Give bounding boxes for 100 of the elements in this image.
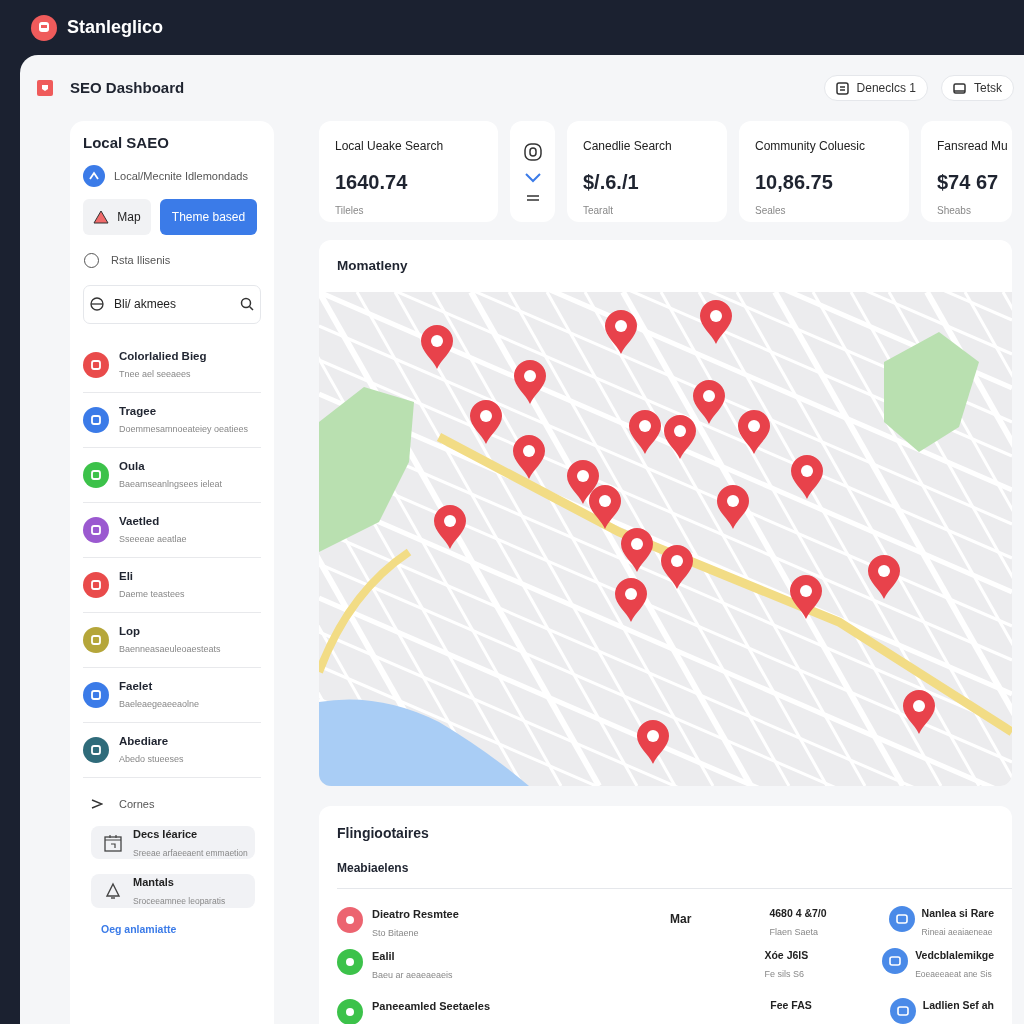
- map-pin-icon[interactable]: [700, 300, 732, 344]
- map-pin-icon[interactable]: [738, 410, 770, 454]
- page-title: SEO Dashboard: [70, 77, 185, 98]
- stat-note: Seales: [755, 204, 787, 218]
- list-item[interactable]: Oula Baeamseanlngsees ieleat: [83, 447, 261, 503]
- card-title: Decs Iéarice: [133, 827, 199, 842]
- card-subtitle: Sreeae arfaeeaent emmaetion: [133, 846, 248, 860]
- row-title: Ealil: [372, 949, 396, 964]
- map-pin-icon[interactable]: [589, 485, 621, 529]
- map-pin-icon[interactable]: [615, 578, 647, 622]
- info-card[interactable]: Mantals Sroceeamnee leoparatis: [91, 874, 255, 908]
- more-link[interactable]: Oeg anlamiatte: [101, 921, 261, 938]
- map-pin-icon[interactable]: [903, 690, 935, 734]
- calendar-icon: [104, 833, 122, 852]
- item-title: Vaetled: [119, 513, 161, 529]
- row-subtitle: Baeu ar aeaeaeaeis: [372, 968, 454, 982]
- item-subtitle: Doemmesamnoeateiey oeatiees: [119, 422, 249, 436]
- map-pin-icon[interactable]: [693, 380, 725, 424]
- stat-title: Local Ueake Search: [335, 138, 445, 155]
- item-title: Tragee: [119, 403, 158, 419]
- map-pin-icon[interactable]: [421, 325, 453, 369]
- section-toggle[interactable]: Cornes: [83, 795, 155, 812]
- map-pin-icon[interactable]: [605, 310, 637, 354]
- item-title: Abediare: [119, 733, 170, 749]
- stat-note: Tileles: [335, 204, 365, 218]
- radio-button[interactable]: [84, 252, 99, 268]
- logo-icon: [31, 14, 57, 41]
- stat-note: Tearalt: [583, 204, 614, 218]
- list-item[interactable]: Colorlalied Bieg Tnee ael seeaees: [83, 337, 261, 393]
- item-subtitle: Abedo stueeses: [119, 752, 184, 766]
- map-pin-icon[interactable]: [664, 415, 696, 459]
- search-field[interactable]: Bli/ akmees: [83, 284, 261, 324]
- map-pin-icon[interactable]: [621, 528, 653, 572]
- toolbar-button[interactable]: Deneclcs 1: [823, 75, 928, 101]
- window-icon: [953, 81, 966, 95]
- stat-value: $/.6./1: [583, 170, 640, 195]
- map-pin-icon[interactable]: [629, 410, 661, 454]
- stat-note: Sheabs: [937, 204, 972, 218]
- filter-icon: [90, 297, 104, 311]
- map-pin-icon[interactable]: [790, 575, 822, 619]
- item-title: Colorlalied Bieg: [119, 348, 207, 364]
- row-side-title: Ladlien Sef ah: [922, 998, 994, 1013]
- menu-icon[interactable]: [525, 193, 540, 202]
- app-title: Stanleglico: [67, 16, 164, 39]
- row-value-note: Fe sils S6: [764, 967, 805, 981]
- item-subtitle: Daeme teastees: [119, 587, 185, 601]
- info-card[interactable]: Decs Iéarice Sreeae arfaeeaent emmaetion: [91, 826, 255, 860]
- row-value: Fee FAS: [770, 998, 813, 1013]
- map-pin-icon[interactable]: [470, 400, 502, 444]
- row-subtitle: Sto Bitaene: [372, 926, 420, 940]
- item-title: Eli: [119, 568, 135, 584]
- item-subtitle: Baeleaegeaeeaolne: [119, 697, 200, 711]
- list-item[interactable]: Eli Daeme teastees: [83, 557, 261, 613]
- row-side-subtitle: Rineai aeaiaeneae: [921, 925, 994, 939]
- map-pin-icon[interactable]: [434, 505, 466, 549]
- map-pin-icon[interactable]: [637, 720, 669, 764]
- item-subtitle: Tnee ael seeaees: [119, 367, 192, 381]
- row-value: 4680 4 &7/0: [769, 906, 828, 921]
- item-title: Oula: [119, 458, 146, 474]
- item-subtitle: Baenneasaeuleoaesteats: [119, 642, 221, 656]
- row-title: Dieatro Resmtee: [372, 907, 460, 922]
- card-subtitle: Sroceeamnee leoparatis: [133, 894, 226, 908]
- item-subtitle: Baeamseanlngsees ieleat: [119, 477, 223, 491]
- map-pin-icon[interactable]: [661, 545, 693, 589]
- list-item[interactable]: Tragee Doemmesamnoeateiey oeatiees: [83, 392, 261, 448]
- list-item[interactable]: Faelet Baeleaegeaeeaolne: [83, 667, 261, 723]
- table-title: Flingiootaires: [337, 824, 430, 843]
- map-pin-icon[interactable]: [514, 360, 546, 404]
- map-pin-icon[interactable]: [513, 435, 545, 479]
- map-title: Momatleny: [336, 256, 409, 275]
- stat-title: Community Coluesic: [755, 138, 867, 155]
- row-side-title: Vedcblalemikge: [915, 948, 994, 963]
- sidebar-title: Local SAEO: [83, 133, 170, 152]
- stat-value: $74 67: [937, 170, 1000, 195]
- map-pin-icon[interactable]: [791, 455, 823, 499]
- stat-value: 10,86.75: [755, 170, 834, 195]
- radio-label: Rsta Ilisenis: [111, 253, 171, 268]
- map-pin-icon[interactable]: [717, 485, 749, 529]
- row-value-note: Flaen Saeta: [769, 925, 819, 939]
- toolbar-button[interactable]: Tetsk: [941, 75, 1014, 101]
- card-title: Mantals: [133, 875, 175, 891]
- stat-title: Canedlie Search: [583, 138, 673, 155]
- map-pin-icon[interactable]: [868, 555, 900, 599]
- item-title: Lop: [119, 623, 142, 639]
- list-item[interactable]: Vaetled Sseeeae aeatlae: [83, 502, 261, 558]
- list-item[interactable]: Abediare Abedo stueeses: [83, 722, 261, 778]
- location-icon: [83, 165, 105, 187]
- table-subtitle: Meabiaelens: [337, 860, 410, 877]
- row-title: Paneeamled Seetaeles: [372, 999, 492, 1014]
- list-item[interactable]: Lop Baenneasaeuleoaesteats: [83, 612, 261, 668]
- map-pin-icon[interactable]: [567, 460, 599, 504]
- triangle-icon: [93, 210, 110, 224]
- view-button[interactable]: Theme based: [160, 199, 257, 235]
- sidebar-subtitle: Local/Mecnite Idlemondads: [114, 168, 248, 184]
- chevron-down-icon[interactable]: [523, 171, 542, 184]
- stat-title: Fansread Mu: [937, 138, 1009, 155]
- dashboard-icon: [37, 80, 53, 96]
- view-button[interactable]: Map: [83, 199, 151, 235]
- list-icon: [835, 81, 849, 95]
- item-subtitle: Sseeeae aeatlae: [119, 532, 187, 546]
